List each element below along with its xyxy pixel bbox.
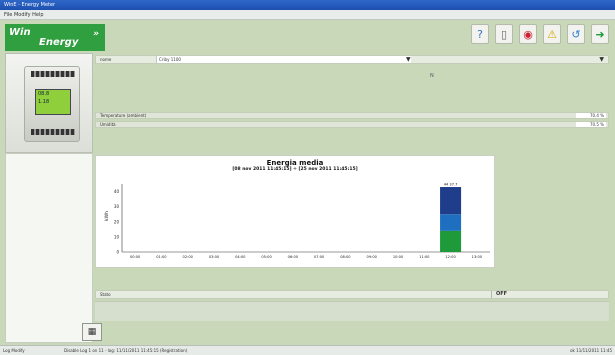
y-tick-label: 0 bbox=[116, 250, 119, 255]
x-tick-label: 12:00 bbox=[445, 255, 456, 259]
y-tick-label: 40 bbox=[114, 189, 120, 194]
humidity-value: 70.5 % bbox=[576, 122, 606, 127]
y-tick-label: 20 bbox=[114, 219, 120, 224]
x-tick-label: 10:00 bbox=[393, 255, 404, 259]
name-input[interactable]: Criby 1100 bbox=[156, 56, 411, 63]
device-body: 08.8 1.18 bbox=[24, 66, 80, 142]
document-button[interactable]: ▯ bbox=[495, 24, 513, 44]
calculator-icon[interactable]: ▦ bbox=[82, 323, 102, 341]
y-tick-label: 30 bbox=[114, 204, 120, 209]
back-button[interactable]: ↺ bbox=[567, 24, 585, 44]
camera-button[interactable]: ◉ bbox=[519, 24, 537, 44]
device-screen-line2: 1.18 bbox=[38, 99, 50, 105]
status-left: Log Modify bbox=[3, 348, 25, 353]
chart-canvas: 0 10 20 30 40 kWh 00:00 01:00 02:00 03:00 04:00 05:… bbox=[104, 183, 490, 259]
status-value: OFF bbox=[496, 291, 508, 297]
x-tick-label: 03:00 bbox=[209, 255, 220, 259]
window-title: WinE - Energy Meter bbox=[4, 2, 56, 8]
help-button[interactable]: ? bbox=[471, 24, 489, 44]
energy-chart: Energia media [08 nov 2011 11:45:15] ÷ [… bbox=[95, 155, 495, 268]
x-tick-label: 07:00 bbox=[314, 255, 325, 259]
window-title-bar: WinE - Energy Meter bbox=[0, 0, 615, 10]
document-icon: ▯ bbox=[500, 27, 508, 41]
back-icon: ↺ bbox=[571, 27, 581, 41]
status-bar: Log Modify Disable Log 1 on 11 - log: 11… bbox=[0, 345, 615, 355]
temperature-value: 70.4 % bbox=[576, 113, 606, 118]
device-terminals-bottom bbox=[31, 129, 75, 135]
logo-arrow-icon: » bbox=[93, 29, 99, 39]
menu-items[interactable]: File Modify Help bbox=[4, 12, 44, 18]
app-logo: Win Energy » bbox=[5, 24, 105, 51]
temperature-row: Temperature (ambient) 70.4 % bbox=[95, 112, 609, 119]
y-axis-label: kWh bbox=[104, 211, 110, 221]
status-row: Stato OFF bbox=[95, 290, 609, 299]
status-right: ok 11/11/2011 11:45 bbox=[570, 348, 612, 353]
temperature-label: Temperature (ambient) bbox=[100, 113, 147, 118]
device-screen: 08.8 1.18 bbox=[35, 89, 71, 115]
sidebar-panel bbox=[5, 153, 93, 343]
x-tick-label: 04:00 bbox=[235, 255, 246, 259]
chevron-down-icon[interactable]: ▼ bbox=[406, 56, 411, 63]
status-middle: Disable Log 1 on 11 - log: 11/11/2011 11… bbox=[64, 348, 188, 353]
warning-icon: ⚠ bbox=[547, 27, 557, 41]
x-tick-label: 05:00 bbox=[261, 255, 272, 259]
x-tick-label: 08:00 bbox=[340, 255, 351, 259]
y-tick-label: 10 bbox=[114, 234, 120, 239]
logo-word-energy: Energy bbox=[39, 37, 79, 48]
marker-label: N bbox=[430, 73, 434, 79]
x-tick-label: 06:00 bbox=[288, 255, 299, 259]
bar-f2 bbox=[440, 214, 462, 231]
chevron-down-icon-2[interactable]: ▼ bbox=[599, 56, 604, 63]
bottom-band bbox=[95, 301, 609, 321]
x-tick-label: 02:00 bbox=[183, 255, 194, 259]
menu-bar[interactable]: File Modify Help bbox=[0, 10, 615, 20]
bar-value-label: 44 37.7 bbox=[444, 183, 458, 187]
warning-button[interactable]: ⚠ bbox=[543, 24, 561, 44]
bar-f3 bbox=[440, 187, 462, 215]
device-image: 08.8 1.18 bbox=[5, 53, 93, 153]
forward-icon: ➜ bbox=[595, 27, 605, 41]
name-row: nome Criby 1100 ▼ ▼ bbox=[95, 55, 609, 64]
toolbar: ? ▯ ◉ ⚠ ↺ ➜ bbox=[471, 24, 609, 46]
x-tick-label: 00:00 bbox=[130, 255, 141, 259]
humidity-row: Umidità 70.5 % bbox=[95, 121, 609, 128]
x-tick-label: 01:00 bbox=[156, 255, 167, 259]
status-label: Stato bbox=[100, 292, 111, 297]
bar-f1 bbox=[440, 230, 462, 252]
camera-icon: ◉ bbox=[523, 27, 533, 41]
logo-word-win: Win bbox=[9, 27, 31, 38]
x-tick-label: 09:00 bbox=[367, 255, 378, 259]
device-terminals-top bbox=[31, 71, 75, 77]
forward-button[interactable]: ➜ bbox=[591, 24, 609, 44]
plot-area bbox=[122, 184, 490, 252]
name-label: nome bbox=[100, 57, 112, 62]
x-tick-label: 11:00 bbox=[419, 255, 430, 259]
x-tick-label: 13:00 bbox=[472, 255, 483, 259]
status-divider bbox=[491, 291, 492, 298]
humidity-label: Umidità bbox=[100, 122, 116, 127]
help-icon: ? bbox=[477, 27, 483, 41]
device-screen-line1: 08.8 bbox=[38, 91, 50, 97]
